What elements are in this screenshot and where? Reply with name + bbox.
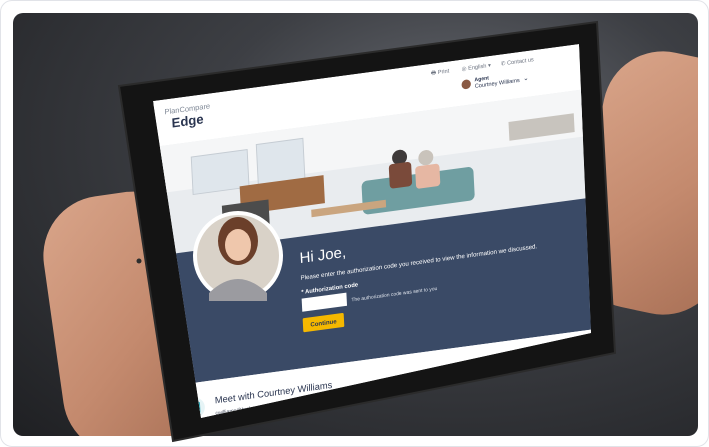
screenshot-frame: PlanCompare Edge 🖶 Print ◎ English ▾ ✆ C…: [0, 0, 709, 447]
tablet-camera: [136, 258, 142, 264]
tablet-device: PlanCompare Edge 🖶 Print ◎ English ▾ ✆ C…: [117, 20, 617, 443]
agent-profile-photo: [193, 211, 283, 301]
agent-menu-chevron-icon[interactable]: ⌄: [523, 75, 529, 83]
